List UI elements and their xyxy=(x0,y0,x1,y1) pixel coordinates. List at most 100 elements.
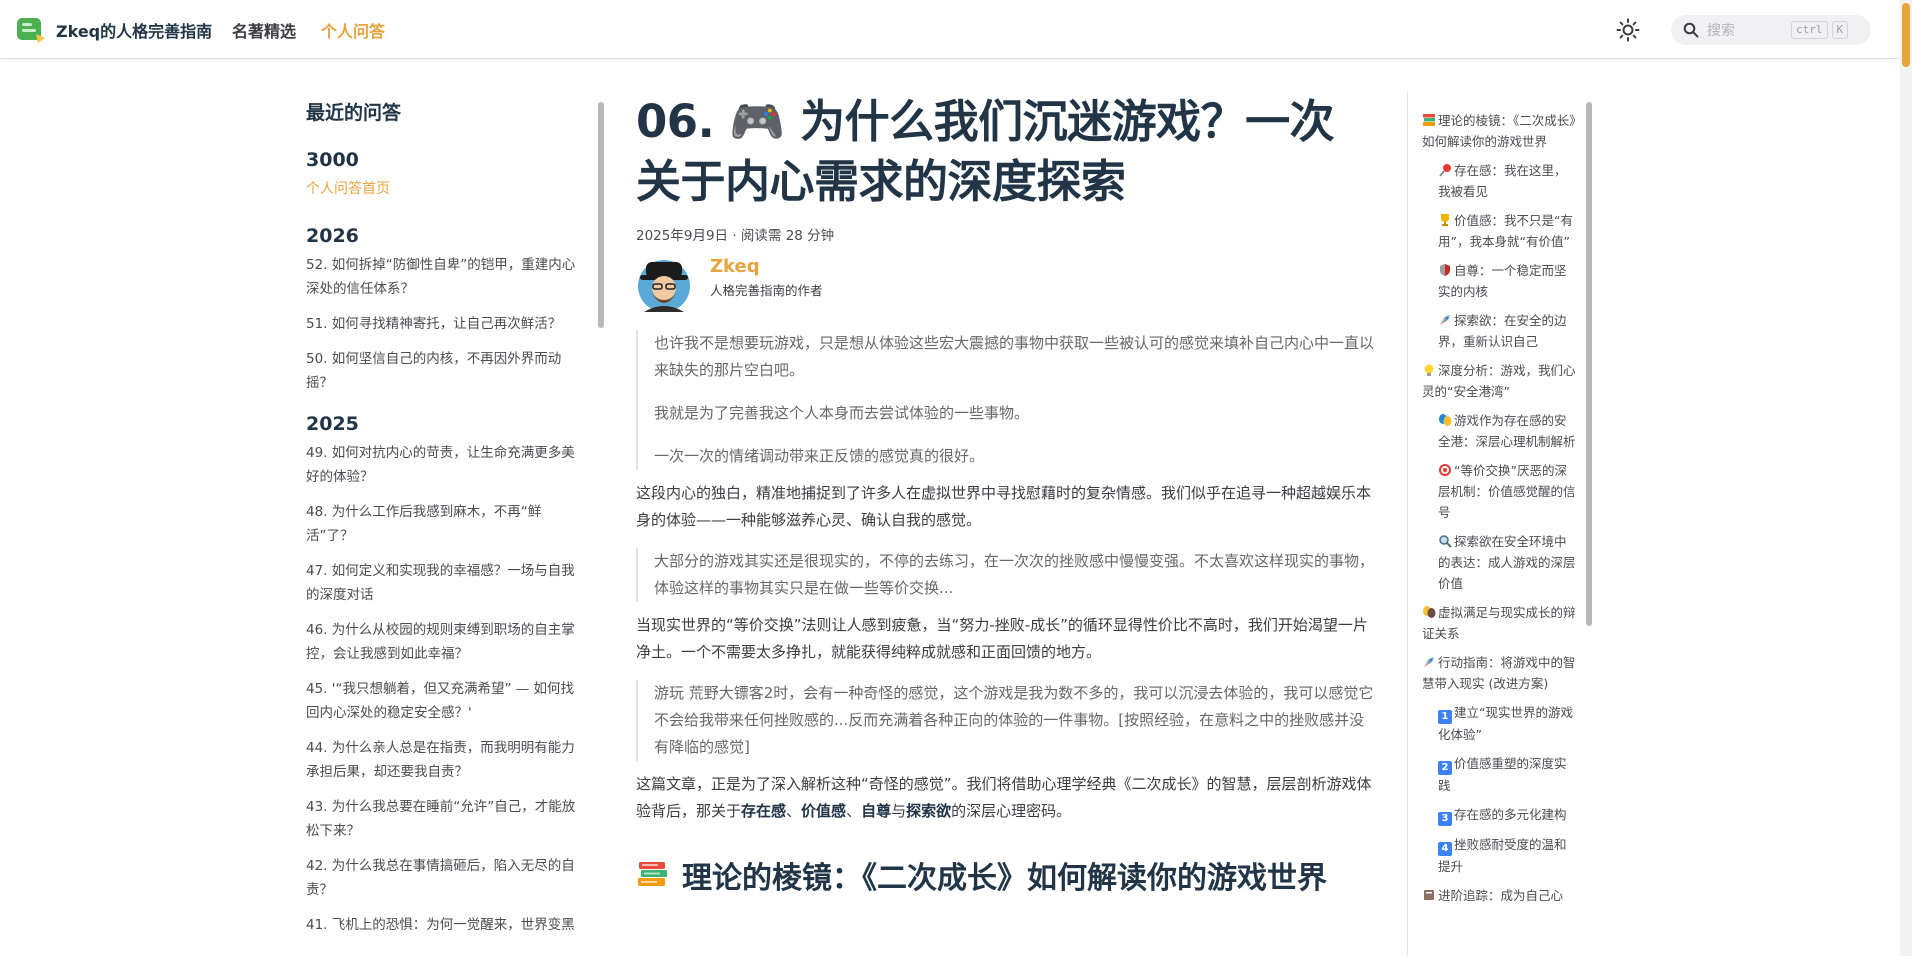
section-heading-text: 理论的棱镜：《二次成长》如何解读你的游戏世界 xyxy=(682,861,1327,896)
target-icon xyxy=(1439,464,1451,476)
table-of-contents: 理论的棱镜：《二次成长》如何解读你的游戏世界 存在感：我在这里，我被看见 价值感… xyxy=(1422,110,1578,914)
keycap-1-icon: 1 xyxy=(1438,710,1452,724)
shield-icon xyxy=(1440,264,1450,276)
toc-item-label: 探索欲：在安全的边界，重新认识自己 xyxy=(1438,313,1567,349)
page-scrollbar[interactable] xyxy=(1900,0,1912,956)
kbd-ctrl: ctrl xyxy=(1791,21,1828,39)
toc-item[interactable]: 探索欲：在安全的边界，重新认识自己 xyxy=(1422,310,1578,352)
toc-divider xyxy=(1407,92,1408,956)
sidebar-scrollbar-thumb[interactable] xyxy=(598,102,604,328)
toc-item-label: 游戏作为存在感的安全港：深层心理机制解析 xyxy=(1438,413,1576,449)
nav-link-classics[interactable]: 名著精选 xyxy=(232,18,296,42)
toc-item[interactable]: 自尊：一个稳定而坚实的内核 xyxy=(1422,260,1578,302)
toc-item-label: 理论的棱镜：《二次成长》如何解读你的游戏世界 xyxy=(1422,113,1576,149)
quote-paragraph: 也许我不是想要玩游戏，只是想从体验这些宏大震撼的事物中获取一些被认可的感觉来填补… xyxy=(654,334,1375,379)
sidebar-list-2025: 49. 如何对抗内心的苛责，让生命充满更多美好的体验？ 48. 为什么工作后我感… xyxy=(306,441,586,937)
toc-item[interactable]: 游戏作为存在感的安全港：深层心理机制解析 xyxy=(1422,410,1578,452)
toc-item[interactable]: 进阶追踪：成为自己心 xyxy=(1422,885,1578,906)
toc-item-label: 存在感：我在这里，我被看见 xyxy=(1438,163,1567,199)
toc-item[interactable]: “等价交换”厌恶的深层机制：价值感觉醒的信号 xyxy=(1422,460,1578,523)
toc-item-label: 自尊：一个稳定而坚实的内核 xyxy=(1438,263,1567,299)
sidebar-item[interactable]: 43. 为什么我总要在睡前“允许”自己，才能放松下来？ xyxy=(306,795,586,843)
masks-icon xyxy=(1439,414,1452,426)
toc-item[interactable]: 价值感：我不只是“有用”，我本身就“有价值” xyxy=(1422,210,1578,252)
blockquote: 也许我不是想要玩游戏，只是想从体验这些宏大震撼的事物中获取一些被认可的感觉来填补… xyxy=(636,330,1376,470)
toc-item-label: 行动指南：将游戏中的智慧带入现实 (改进方案) xyxy=(1422,655,1576,691)
search-icon xyxy=(1683,22,1699,38)
toc-item-label: 存在感的多元化建构 xyxy=(1454,807,1567,822)
sidebar-item[interactable]: 52. 如何拆掉“防御性自卑”的铠甲，重建内心深处的信任体系？ xyxy=(306,253,586,301)
toc-item[interactable]: 理论的棱镜：《二次成长》如何解读你的游戏世界 xyxy=(1422,110,1578,152)
magnifier-icon xyxy=(1439,535,1452,548)
toc-item[interactable]: 探索欲在安全环境中的表达：成人游戏的深层价值 xyxy=(1422,531,1578,594)
paragraph-text: 的深层心理密码。 xyxy=(951,802,1072,820)
sidebar-scrollbar[interactable] xyxy=(598,96,604,956)
separator: 与 xyxy=(891,802,907,820)
paragraph: 这篇文章，正是为了深入解析这种“奇怪的感觉”。我们将借助心理学经典《二次成长》的… xyxy=(636,771,1376,825)
toc-item[interactable]: 3 存在感的多元化建构 xyxy=(1422,804,1578,826)
sun-icon[interactable] xyxy=(1615,17,1641,43)
toc-item-label: 进阶追踪：成为自己心 xyxy=(1438,888,1564,903)
books-icon xyxy=(638,862,667,886)
toc-scrollbar-thumb[interactable] xyxy=(1586,102,1592,626)
page-scrollbar-thumb[interactable] xyxy=(1902,3,1910,67)
author-name[interactable]: Zkeq xyxy=(710,256,760,277)
sidebar-item[interactable]: 51. 如何寻找精神寄托，让自己再次鲜活？ xyxy=(306,312,586,336)
bold-term: 自尊 xyxy=(861,802,892,820)
quote-paragraph: 我就是为了完善我这个人本身而去尝试体验的一些事物。 xyxy=(654,404,1030,422)
nav-link-qa[interactable]: 个人问答 xyxy=(321,18,385,42)
rocket-icon xyxy=(1424,657,1434,667)
site-title[interactable]: Zkeq的人格完善指南 xyxy=(56,18,212,42)
author-card: Zkeq 人格完善指南的作者 xyxy=(636,256,1376,316)
sidebar-item[interactable]: 44. 为什么亲人总是在指责，而我明明有能力承担后果，却还要我自责？ xyxy=(306,736,586,784)
separator: 、 xyxy=(786,802,802,820)
toc-item-label: 探索欲在安全环境中的表达：成人游戏的深层价值 xyxy=(1438,534,1576,591)
toc-item[interactable]: 深度分析：游戏，我们心灵的“安全港湾” xyxy=(1422,360,1578,402)
quote-paragraph: 游玩 荒野大镖客2时，会有一种奇怪的感觉，这个游戏是我为数不多的，我可以沉浸去体… xyxy=(654,684,1374,756)
sidebar-group-3000: 3000 xyxy=(306,149,359,171)
author-avatar[interactable] xyxy=(636,256,692,314)
toc-item[interactable]: 存在感：我在这里，我被看见 xyxy=(1422,160,1578,202)
sidebar-item[interactable]: 48. 为什么工作后我感到麻木，不再“鲜活”了？ xyxy=(306,500,586,548)
sidebar-item[interactable]: 47. 如何定义和实现我的幸福感？一场与自我的深度对话 xyxy=(306,559,586,607)
toc-item[interactable]: 虚拟满足与现实成长的辩证关系 xyxy=(1422,602,1578,644)
article-meta: 2025年9月9日 · 阅读需 28 分钟 xyxy=(636,228,835,244)
blockquote: 大部分的游戏其实还是很现实的，不停的去练习，在一次次的挫败感中慢慢变强。不太喜欢… xyxy=(636,548,1376,602)
sidebar-item[interactable]: 42. 为什么我总在事情搞砸后，陷入无尽的自责？ xyxy=(306,854,586,902)
keycap-2-icon: 2 xyxy=(1438,761,1452,775)
toc-item[interactable]: 4 挫败感耐受度的温和提升 xyxy=(1422,834,1578,877)
separator: 、 xyxy=(846,802,862,820)
bold-term: 探索欲 xyxy=(906,802,952,820)
sidebar-item[interactable]: 41. 飞机上的恐惧：为何一觉醒来，世界变黑 xyxy=(306,913,586,937)
top-navbar: Zkeq的人格完善指南 名著精选 个人问答 搜索 ctrl K xyxy=(0,0,1900,59)
sidebar: 最近的问答 3000 个人问答首页 2026 52. 如何拆掉“防御性自卑”的铠… xyxy=(290,92,595,956)
site-logo-icon[interactable] xyxy=(16,16,46,44)
blockquote: 游玩 荒野大镖客2时，会有一种奇怪的感觉，这个游戏是我为数不多的，我可以沉浸去体… xyxy=(636,680,1376,761)
sidebar-item[interactable]: 45. '“我只想躺着，但又充满希望” — 如何找回内心深处的稳定安全感？' xyxy=(306,677,586,725)
toc-item[interactable]: 2 价值感重塑的深度实践 xyxy=(1422,753,1578,796)
toc-item[interactable]: 1 建立“现实世界的游戏化体验” xyxy=(1422,702,1578,745)
section-heading: 理论的棱镜：《二次成长》如何解读你的游戏世界 xyxy=(636,853,1376,897)
bold-term: 价值感 xyxy=(801,802,847,820)
sidebar-item[interactable]: 49. 如何对抗内心的苛责，让生命充满更多美好的体验？ xyxy=(306,441,586,489)
toc-item-label: 深度分析：游戏，我们心灵的“安全港湾” xyxy=(1422,363,1576,399)
sidebar-item[interactable]: 46. 为什么从校园的规则束缚到职场的自主掌控，会让我感到如此幸福？ xyxy=(306,618,586,666)
sidebar-list-2026: 52. 如何拆掉“防御性自卑”的铠甲，重建内心深处的信任体系？ 51. 如何寻找… xyxy=(306,253,586,395)
toc-item-label: 虚拟满足与现实成长的辩证关系 xyxy=(1422,605,1576,641)
rocket-icon xyxy=(1440,315,1450,325)
keycap-4-icon: 4 xyxy=(1438,842,1452,856)
toc-item-label: 价值感：我不只是“有用”，我本身就“有价值” xyxy=(1438,213,1573,249)
search-button[interactable]: 搜索 ctrl K xyxy=(1671,15,1871,45)
pushpin-icon xyxy=(1439,164,1451,177)
paragraph: 当现实世界的“等价交换”法则让人感到疲惫，当“努力-挫败-成长”的循环显得性价比… xyxy=(636,616,1368,661)
toc-scrollbar[interactable] xyxy=(1586,96,1592,956)
article: 06. 🎮 为什么我们沉迷游戏？一次关于内心需求的深度探索 2025年9月9日 … xyxy=(636,92,1376,897)
sidebar-year-2026: 2026 xyxy=(306,225,359,247)
quote-paragraph: 一次一次的情绪调动带来正反馈的感觉真的很好。 xyxy=(654,447,985,465)
sidebar-year-2025: 2025 xyxy=(306,413,359,435)
sidebar-item[interactable]: 50. 如何坚信自己的内核，不再因外界而动摇？ xyxy=(306,347,586,395)
paragraph: 这段内心的独白，精准地捕捉到了许多人在虚拟世界中寻找慰藉时的复杂情感。我们似乎在… xyxy=(636,484,1372,529)
toc-item[interactable]: 行动指南：将游戏中的智慧带入现实 (改进方案) xyxy=(1422,652,1578,694)
book-icon xyxy=(1424,890,1434,900)
sidebar-item-qa-home[interactable]: 个人问答首页 xyxy=(306,177,586,201)
